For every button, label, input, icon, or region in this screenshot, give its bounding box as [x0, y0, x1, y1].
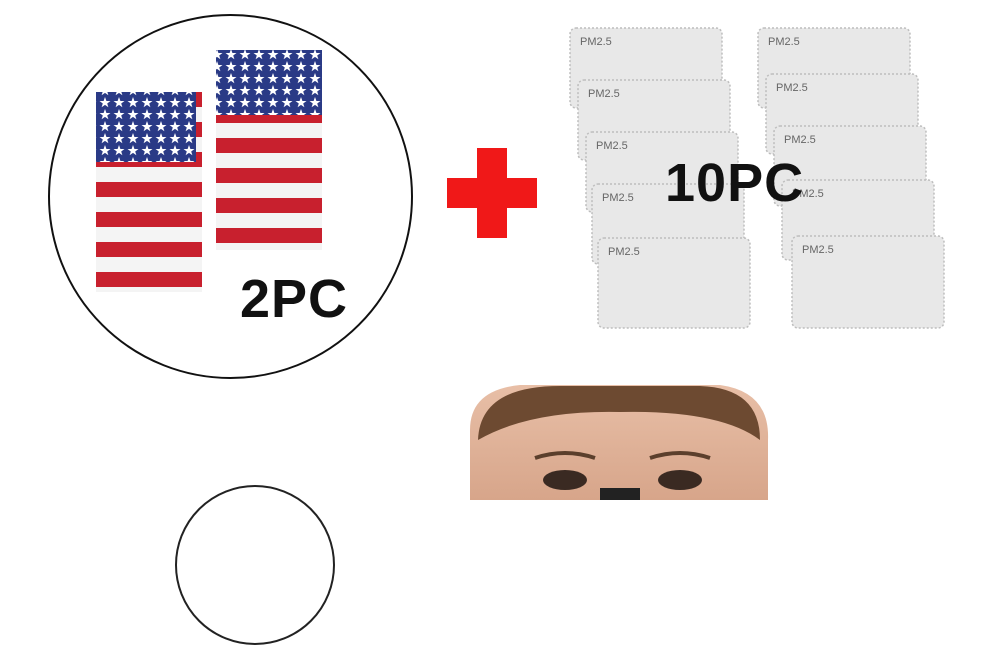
flag-mask-right: [216, 50, 322, 250]
flag-stars: [216, 50, 322, 115]
filter-tag: PM2.5: [776, 82, 808, 94]
right-eye: [658, 470, 702, 490]
bottom-circle: [175, 485, 335, 645]
filter-tag: PM2.5: [596, 140, 628, 152]
filters-count-label: 10PC: [665, 153, 805, 213]
filter-tag: PM2.5: [802, 244, 834, 256]
filter-tag: PM2.5: [580, 36, 612, 48]
mask-top-edge: [600, 488, 640, 500]
filter-tag: PM2.5: [608, 246, 640, 258]
filter-tag: PM2.5: [768, 36, 800, 48]
filter-tag: PM2.5: [588, 88, 620, 100]
left-eye: [543, 470, 587, 490]
plus-icon: [447, 148, 537, 238]
masks-count-label: 2PC: [240, 269, 349, 329]
filter-5: PM2.5: [598, 238, 750, 328]
filter-10: PM2.5: [792, 236, 944, 328]
flag-stars: [96, 92, 196, 162]
filter-tag: PM2.5: [784, 134, 816, 146]
child-photo: [470, 385, 769, 500]
flag-mask-left: [96, 92, 202, 292]
filter-tag: PM2.5: [602, 192, 634, 204]
